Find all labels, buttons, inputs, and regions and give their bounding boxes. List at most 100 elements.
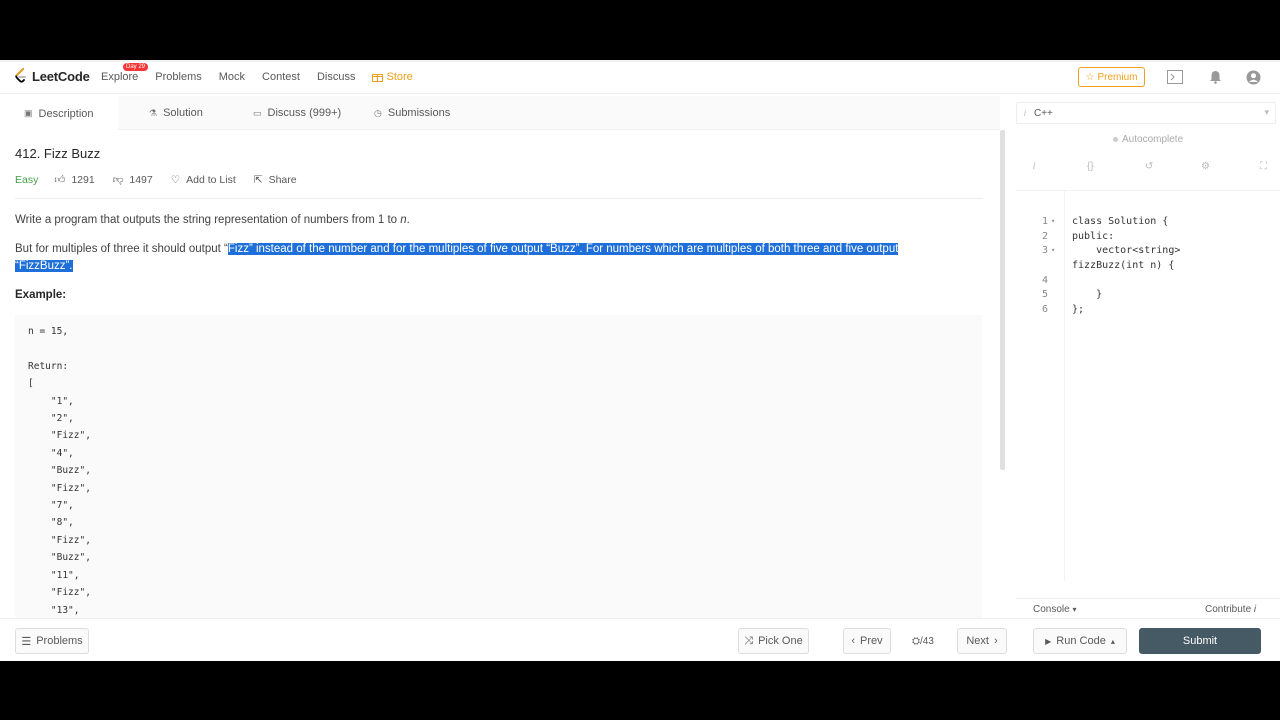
pick-one-button[interactable]: ⤨ Pick One bbox=[738, 628, 809, 654]
para2-selected-text: Fizz” instead of the number and for the … bbox=[227, 243, 899, 255]
tab-solution-label: Solution bbox=[163, 107, 203, 119]
problem-page-indicator[interactable]: ⛭/43 bbox=[912, 636, 934, 647]
para2-selected-text-end: “FizzBuzz”. bbox=[15, 260, 73, 272]
toggle-dot-icon bbox=[1113, 137, 1118, 142]
problems-label: Problems bbox=[36, 635, 83, 647]
explore-badge: Day 29 bbox=[123, 63, 149, 71]
chevron-up-icon: ▴ bbox=[1110, 636, 1115, 646]
problem-title: 412. Fizz Buzz bbox=[15, 146, 101, 161]
fullscreen-icon[interactable]: ⛶ bbox=[1260, 161, 1267, 172]
code-text: }; bbox=[1072, 304, 1085, 315]
tab-discuss[interactable]: ▭ Discuss (999+) bbox=[253, 96, 341, 130]
para1-text: Write a program that outputs the string … bbox=[15, 214, 401, 226]
nav-items: Explore Day 29 Problems Mock Contest Dis… bbox=[101, 63, 430, 83]
heart-icon: ♡ bbox=[170, 173, 181, 186]
description-scrollbar[interactable] bbox=[1000, 130, 1005, 470]
clock-icon: ◷ bbox=[374, 107, 382, 118]
language-select[interactable]: i C++ ▾ bbox=[1016, 102, 1276, 124]
premium-button[interactable]: ☆ Premium bbox=[1078, 67, 1145, 87]
prev-button[interactable]: ‹ Prev bbox=[843, 628, 891, 654]
para1-end: . bbox=[406, 214, 410, 226]
share-icon: ⇱ bbox=[253, 173, 263, 186]
list-icon: ☰ bbox=[21, 635, 32, 648]
nav-problems[interactable]: Problems bbox=[155, 71, 201, 83]
settings-icon[interactable]: ⚙ bbox=[1201, 161, 1210, 172]
share-button[interactable]: ⇱ Share bbox=[254, 174, 297, 186]
code-line: 4 bbox=[1016, 258, 1280, 286]
like-button[interactable]: 👍︎ 1291 bbox=[54, 173, 94, 187]
nav-explore[interactable]: Explore Day 29 bbox=[101, 63, 149, 83]
nav-store-label: Store bbox=[386, 71, 413, 83]
shuffle-icon: ⤨ bbox=[744, 634, 754, 647]
info-icon: i bbox=[1253, 604, 1257, 615]
code-line: 3 ▾ vector<string> bbox=[1016, 228, 1280, 256]
contribute-label: Contribute bbox=[1205, 604, 1252, 615]
difficulty-label: Easy bbox=[15, 173, 39, 186]
chevron-down-icon: ▾ bbox=[1072, 605, 1077, 614]
nav-store[interactable]: Store bbox=[372, 71, 413, 83]
add-to-list-button[interactable]: ♡ Add to List bbox=[171, 174, 236, 186]
dislike-button[interactable]: 👎︎ 1497 bbox=[113, 173, 153, 187]
logo[interactable]: LeetCode bbox=[14, 68, 90, 84]
code-editor-panel: i C++ ▾ Autocomplete i {} ↺ ⚙ ⛶ 1 ▾ class … bbox=[1016, 96, 1280, 616]
autocomplete-label: Autocomplete bbox=[1122, 134, 1184, 145]
tab-description-label: Description bbox=[38, 107, 94, 120]
description-paragraph-1: Write a program that outputs the string … bbox=[15, 212, 410, 229]
line-number: 6 bbox=[1041, 304, 1048, 315]
problem-meta: Easy 👍︎ 1291 👎︎ 1497 ♡ Add to List ⇱ Sha… bbox=[15, 173, 315, 187]
next-button[interactable]: Next › bbox=[957, 628, 1007, 654]
nav-discuss[interactable]: Discuss bbox=[317, 71, 356, 83]
code-area[interactable]: 1 ▾ class Solution { 2 public: 3 ▾ vector<st… bbox=[1016, 190, 1280, 581]
autocomplete-toggle[interactable]: Autocomplete bbox=[1113, 134, 1183, 145]
tab-submissions-label: Submissions bbox=[387, 107, 451, 119]
contribute-link[interactable]: Contribute i bbox=[1205, 604, 1256, 615]
info-icon[interactable]: i bbox=[1033, 161, 1035, 172]
dislike-count: 1497 bbox=[129, 173, 153, 186]
notification-bell-icon[interactable] bbox=[1207, 69, 1223, 85]
info-icon: i bbox=[1024, 108, 1026, 118]
code-line: 2 public: bbox=[1016, 214, 1280, 242]
run-code-button[interactable]: ▶ Run Code ▴ bbox=[1033, 628, 1127, 654]
flask-icon: ⚗ bbox=[149, 107, 158, 118]
reset-icon[interactable]: ↺ bbox=[1145, 161, 1153, 172]
pick-one-label: Pick One bbox=[758, 635, 803, 647]
bottom-bar: ☰ Problems ⤨ Pick One ‹ Prev ⛭/43 Next ›… bbox=[0, 618, 1280, 661]
comment-icon: ▭ bbox=[253, 107, 262, 118]
nav-explore-label: Explore bbox=[101, 71, 139, 83]
chevron-right-icon: › bbox=[993, 635, 998, 647]
braces-icon[interactable]: {} bbox=[1087, 161, 1094, 172]
share-label: Share bbox=[268, 173, 297, 186]
code-line: 1 ▾ class Solution { bbox=[1016, 199, 1280, 227]
page-label: /43 bbox=[920, 636, 934, 647]
example-code-block: n = 15, Return: [ "1", "2", "Fizz", "4",… bbox=[15, 315, 982, 618]
add-to-list-label: Add to List bbox=[186, 173, 236, 186]
console-toggle[interactable]: Console ▾ bbox=[1033, 604, 1077, 615]
shuffle-small-icon: ⛭ bbox=[912, 636, 920, 647]
chevron-left-icon: ‹ bbox=[851, 635, 856, 647]
logo-text: LeetCode bbox=[32, 68, 90, 84]
problem-description: 412. Fizz Buzz Easy 👍︎ 1291 👎︎ 1497 ♡ Ad… bbox=[0, 130, 998, 618]
nav-mock[interactable]: Mock bbox=[219, 71, 245, 83]
thumbs-up-icon: 👍︎ bbox=[54, 174, 66, 186]
example-label: Example: bbox=[15, 289, 67, 301]
meta-divider bbox=[15, 198, 983, 199]
editor-toolbar: i {} ↺ ⚙ ⛶ bbox=[1016, 158, 1280, 180]
prev-label: Prev bbox=[860, 635, 883, 647]
description-icon: ▣ bbox=[24, 108, 33, 118]
para2-text: But for multiples of three it should out… bbox=[15, 243, 228, 255]
premium-label: Premium bbox=[1097, 71, 1138, 83]
code-line: 5 } bbox=[1016, 272, 1280, 300]
tab-submissions[interactable]: ◷ Submissions bbox=[374, 96, 450, 130]
problems-list-button[interactable]: ☰ Problems bbox=[15, 628, 89, 654]
playground-icon[interactable] bbox=[1167, 69, 1183, 85]
tab-solution[interactable]: ⚗ Solution bbox=[149, 96, 203, 130]
run-code-label: Run Code bbox=[1056, 635, 1106, 647]
tab-description[interactable]: ▣ Description bbox=[0, 96, 118, 131]
submit-button[interactable]: Submit bbox=[1139, 628, 1261, 654]
nav-contest[interactable]: Contest bbox=[262, 71, 300, 83]
star-icon: ☆ bbox=[1085, 71, 1095, 83]
chevron-down-icon: ▾ bbox=[1264, 107, 1269, 117]
user-avatar-icon[interactable] bbox=[1245, 69, 1261, 85]
leetcode-window: LeetCode Explore Day 29 Problems Mock Co… bbox=[0, 60, 1280, 661]
tab-discuss-label: Discuss (999+) bbox=[267, 107, 342, 119]
